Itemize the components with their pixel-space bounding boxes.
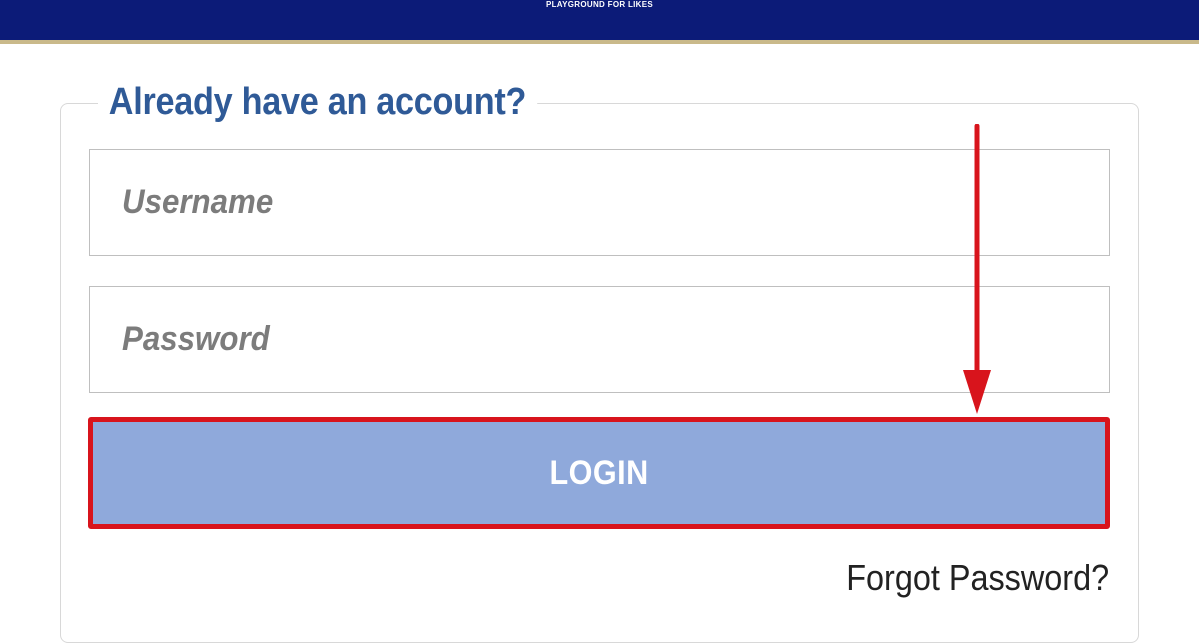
site-header-bar: PLAYGROUND FOR LIKES — [0, 0, 1199, 44]
forgot-password-link[interactable]: Forgot Password? — [846, 556, 1109, 600]
login-heading: Already have an account? — [98, 78, 537, 126]
down-arrow-icon — [963, 124, 991, 414]
login-button[interactable]: LOGIN — [88, 417, 1110, 529]
username-placeholder: Username — [122, 183, 274, 221]
login-button-label: LOGIN — [549, 453, 649, 492]
password-placeholder: Password — [122, 320, 270, 358]
header-tagline: PLAYGROUND FOR LIKES — [545, 0, 654, 9]
